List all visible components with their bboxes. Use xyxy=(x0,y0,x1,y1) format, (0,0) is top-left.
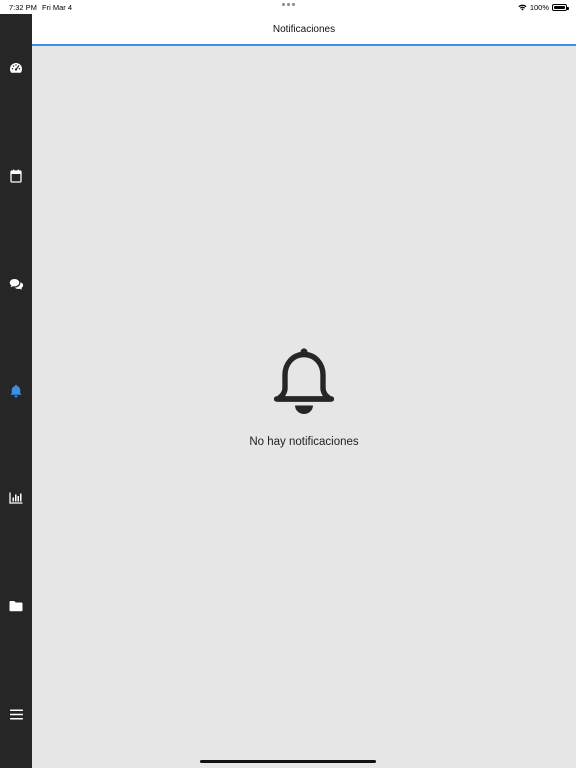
bell-icon xyxy=(274,348,334,414)
wifi-icon xyxy=(518,4,527,11)
sidebar-item-statistics[interactable] xyxy=(0,482,32,514)
page-title: Notificaciones xyxy=(272,24,336,35)
empty-state: No hay notificaciones xyxy=(32,348,576,448)
sidebar-item-messages[interactable] xyxy=(0,268,32,300)
battery-percentage: 100% xyxy=(529,3,549,12)
sidebar xyxy=(0,14,32,768)
menu-icon xyxy=(9,709,23,719)
status-date: Fri Mar 4 xyxy=(42,3,72,12)
sidebar-item-calendar[interactable] xyxy=(0,160,32,192)
bell-icon xyxy=(10,384,22,398)
dashboard-icon xyxy=(10,63,22,73)
notifications-content: No hay notificaciones xyxy=(32,46,576,768)
status-time: 7:32 PM xyxy=(9,3,37,12)
status-right: 100% xyxy=(518,3,569,12)
battery-icon xyxy=(552,4,569,11)
chat-icon xyxy=(9,279,23,290)
home-indicator[interactable] xyxy=(200,760,376,763)
multitasking-dots-icon[interactable] xyxy=(282,3,295,6)
sidebar-item-dashboard[interactable] xyxy=(0,52,32,84)
calendar-icon xyxy=(10,169,22,183)
sidebar-item-menu[interactable] xyxy=(0,698,32,730)
status-bar: 7:32 PM Fri Mar 4 100% xyxy=(0,0,576,14)
header: Notificaciones xyxy=(32,14,576,46)
empty-message: No hay notificaciones xyxy=(249,436,359,448)
folder-icon xyxy=(9,601,23,612)
sidebar-item-files[interactable] xyxy=(0,590,32,622)
bar-chart-icon xyxy=(9,492,23,504)
sidebar-item-notifications[interactable] xyxy=(0,375,32,407)
